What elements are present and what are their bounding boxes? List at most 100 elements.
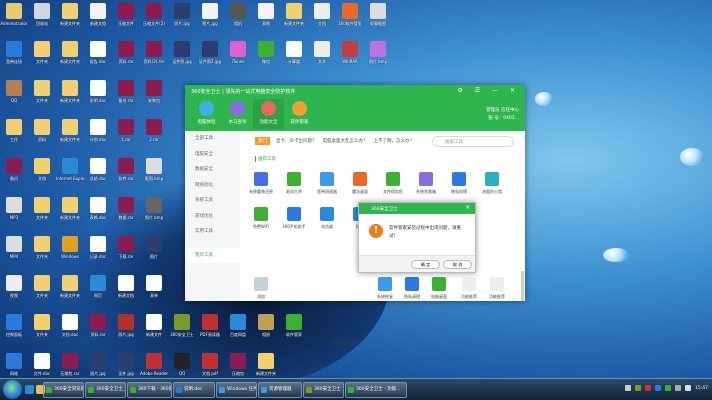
hot-topic-link[interactable]: 上不了网，怎么办？ xyxy=(374,138,415,144)
tool-item[interactable]: 隐私保镖 xyxy=(442,172,476,195)
desktop-icon[interactable]: 文件夹 xyxy=(28,197,56,220)
desktop-icon[interactable]: 相机 xyxy=(224,3,252,26)
tool-item[interactable]: 流量防火墙 xyxy=(475,172,509,195)
desktop-icon[interactable]: 计算器 xyxy=(280,41,308,64)
tray-icon[interactable] xyxy=(635,385,642,391)
desktop-icon[interactable]: 文档.doc xyxy=(56,314,84,337)
tray-icon[interactable] xyxy=(655,385,662,391)
desktop-icon[interactable]: 360软件管家 xyxy=(336,3,364,26)
desktop-icon[interactable]: 数据.rar xyxy=(112,197,140,220)
desktop-icon[interactable]: 截图.bmp xyxy=(140,158,168,181)
tool-item[interactable]: 系统重装还原 xyxy=(244,172,278,195)
desktop-icon[interactable]: QQ xyxy=(168,353,196,376)
desktop-icon[interactable]: 图片 xyxy=(140,236,168,259)
tool-item[interactable]: 文件保险柜 xyxy=(376,172,410,195)
desktop-icon[interactable]: 相册 xyxy=(252,314,280,337)
desktop-icon[interactable]: 文本 xyxy=(308,41,336,64)
search-input[interactable]: 搜索工具 xyxy=(432,136,514,147)
tab-2[interactable]: 功能大全 xyxy=(253,99,284,129)
account-info[interactable]: 管理员 信任中心 账 号：0402... xyxy=(486,107,519,123)
desktop-icon[interactable]: PDF阅读器 xyxy=(196,314,224,337)
desktop-icon[interactable]: 资料(2).rar xyxy=(140,41,168,64)
desktop-icon[interactable]: 资料.rar xyxy=(84,314,112,337)
desktop-icon[interactable]: 照片.bmp xyxy=(140,197,168,220)
desktop-icon[interactable]: Windows xyxy=(56,236,84,259)
desktop-icon[interactable]: 屏幕截图 xyxy=(364,3,392,26)
desktop-icon[interactable]: 网络 xyxy=(0,353,28,376)
desktop-icon[interactable]: MP4 xyxy=(0,236,28,259)
desktop-icon[interactable]: 证件.jpg xyxy=(112,353,140,376)
desktop-icon[interactable]: 资料 xyxy=(28,119,56,142)
desktop-icon[interactable]: 工作 xyxy=(0,119,28,142)
desktop-icon[interactable]: 资料.rar xyxy=(112,41,140,64)
tab-0[interactable]: 电脑体检 xyxy=(191,99,222,129)
desktop-icon[interactable]: 新建文件夹 xyxy=(280,3,308,26)
taskbar-button[interactable]: 说明.doc xyxy=(173,382,215,398)
desktop-icon[interactable]: 回收站 xyxy=(28,3,56,26)
desktop-icon[interactable]: 文件夹 xyxy=(28,275,56,298)
desktop-icon[interactable]: 照片.jpg xyxy=(84,353,112,376)
window-controls[interactable]: ⚙ ☰ — ✕ xyxy=(457,87,520,94)
desktop-icon[interactable]: 照片.jpg xyxy=(168,3,196,26)
desktop-icon[interactable]: 总结.doc xyxy=(84,158,112,181)
desktop-icon[interactable]: 文件夹 xyxy=(28,41,56,64)
ok-button[interactable]: 确 定 xyxy=(411,260,440,269)
desktop-icon[interactable]: 文档.pdf xyxy=(196,353,224,376)
desktop-icon[interactable]: 微信 xyxy=(252,41,280,64)
desktop-icon[interactable]: WinRAR xyxy=(336,41,364,64)
sidebar-item[interactable]: 游戏优化 xyxy=(185,209,240,225)
category-link[interactable]: 工具按分类入门 xyxy=(318,339,368,345)
sidebar-item[interactable]: 数据安全 xyxy=(185,162,240,178)
desktop-icon[interactable]: 说明.doc xyxy=(84,80,112,103)
close-icon[interactable]: × xyxy=(465,204,470,211)
tool-item[interactable]: 360手机助手 xyxy=(277,207,311,230)
sidebar-item[interactable]: 全部工具 xyxy=(185,131,240,147)
desktop-icon[interactable]: 文件夹 xyxy=(28,80,56,103)
desktop-icon[interactable]: 压缩文件(2) xyxy=(140,3,168,26)
taskbar-button[interactable]: 360下载 - 360安全... xyxy=(127,382,172,398)
desktop-icon[interactable]: 记录.doc xyxy=(84,236,112,259)
sidebar-item[interactable]: 电脑安全 xyxy=(185,147,240,163)
tool-item[interactable]: 添加 xyxy=(244,277,278,300)
desktop-icon[interactable]: 备份.rar xyxy=(112,80,140,103)
desktop-icon[interactable]: 下载.rar xyxy=(112,236,140,259)
hot-topic-link[interactable]: 显卡、声卡出问题？ xyxy=(276,138,317,144)
desktop-icon[interactable]: 新建文件夹 xyxy=(56,80,84,103)
volume-icon[interactable] xyxy=(685,385,692,391)
desktop-icon[interactable]: 软件.rar xyxy=(112,158,140,181)
start-button[interactable] xyxy=(3,380,22,399)
desktop-icon[interactable]: 表格 xyxy=(252,3,280,26)
scrollbar[interactable] xyxy=(521,271,524,301)
taskbar-button[interactable]: 资源管理器 xyxy=(258,382,302,398)
desktop-icon[interactable]: 文档 xyxy=(28,158,56,181)
tool-item[interactable]: 电脑桌面 xyxy=(422,277,456,300)
sidebar-item-my-tools[interactable]: 我的工具 xyxy=(185,247,240,263)
desktop-icon[interactable]: QQ xyxy=(0,80,28,103)
desktop-icon[interactable]: 控制面板 xyxy=(0,314,28,337)
taskbar-button[interactable]: 360安全浏览器 - ... xyxy=(43,382,84,398)
clock[interactable]: 15:47 xyxy=(695,386,708,391)
desktop-icon[interactable]: 备份 xyxy=(0,158,28,181)
desktop-icon[interactable]: Adobe Reader xyxy=(140,353,168,376)
taskbar-button[interactable]: Windows 任务管理器 xyxy=(216,382,257,398)
desktop-icon[interactable]: 表格.doc xyxy=(84,197,112,220)
desktop-icon[interactable]: 百度网盘 xyxy=(224,314,252,337)
desktop-icon[interactable]: 网页 xyxy=(84,275,112,298)
taskbar-button[interactable]: 360安全卫士 - 功能... xyxy=(345,382,407,398)
tool-item[interactable]: 免费WiFi xyxy=(244,207,278,230)
desktop-icon[interactable]: iTunes xyxy=(224,41,252,64)
desktop-icon[interactable]: 文件夹 xyxy=(28,314,56,337)
desktop-icon[interactable]: MP3 xyxy=(0,197,28,220)
sidebar-item[interactable]: 实用工具 xyxy=(185,224,240,240)
desktop-icon[interactable]: 计划.doc xyxy=(84,119,112,142)
desktop-icon[interactable]: 新建文档 xyxy=(112,275,140,298)
desktop-icon[interactable]: 图片.jpg xyxy=(196,3,224,26)
desktop-icon[interactable]: 新建文件夹 xyxy=(56,3,84,26)
tool-item[interactable]: 魔法桌面 xyxy=(343,172,377,195)
tool-item[interactable]: 浏览器 xyxy=(310,207,344,230)
desktop-icon[interactable]: 文件夹 xyxy=(28,236,56,259)
desktop-icon[interactable]: 表单 xyxy=(140,275,168,298)
desktop-icon[interactable]: 压缩包.rar xyxy=(56,353,84,376)
cancel-button[interactable]: 取 消 xyxy=(443,260,472,269)
desktop-icon[interactable]: 证件照.jpg xyxy=(168,41,196,64)
